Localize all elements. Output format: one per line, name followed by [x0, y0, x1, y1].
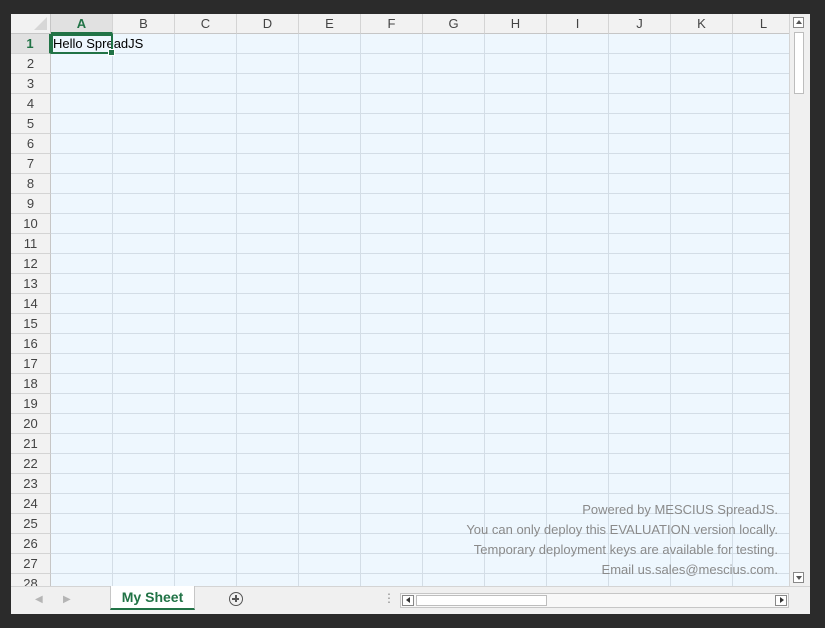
- row-header-2[interactable]: 2: [11, 54, 51, 74]
- grid-row-line: [51, 53, 789, 54]
- column-header-j[interactable]: J: [609, 14, 671, 34]
- grid-column-line: [236, 34, 237, 586]
- grid-row-line: [51, 493, 789, 494]
- row-header-11[interactable]: 11: [11, 234, 51, 254]
- column-header-f[interactable]: F: [361, 14, 423, 34]
- watermark-line-4: Email us.sales@mescius.com.: [601, 562, 778, 577]
- grid-column-line: [298, 34, 299, 586]
- column-header-i[interactable]: I: [547, 14, 609, 34]
- grid-row-line: [51, 253, 789, 254]
- row-header-22[interactable]: 22: [11, 454, 51, 474]
- row-header-9[interactable]: 9: [11, 194, 51, 214]
- scroll-left-icon[interactable]: [402, 595, 414, 606]
- grid-row-line: [51, 73, 789, 74]
- row-header-19[interactable]: 19: [11, 394, 51, 414]
- grid-row-line: [51, 433, 789, 434]
- grid-row-line: [51, 233, 789, 234]
- row-header-18[interactable]: 18: [11, 374, 51, 394]
- row-header-5[interactable]: 5: [11, 114, 51, 134]
- row-header-12[interactable]: 12: [11, 254, 51, 274]
- grid-area: Hello SpreadJS ABCDEFGHIJKL 1 2 3 4 5 6 7 8 9 10 1…: [11, 14, 789, 586]
- row-header-28[interactable]: 28: [11, 574, 51, 586]
- row-header-21[interactable]: 21: [11, 434, 51, 454]
- row-header-20[interactable]: 20: [11, 414, 51, 434]
- grid-row-line: [51, 413, 789, 414]
- horizontal-scrollbar[interactable]: [400, 593, 789, 608]
- row-header-8[interactable]: 8: [11, 174, 51, 194]
- next-sheet-icon[interactable]: ▶: [63, 594, 71, 605]
- row-header-23[interactable]: 23: [11, 474, 51, 494]
- sheet-tab-my-sheet[interactable]: My Sheet: [110, 586, 195, 610]
- row-header-6[interactable]: 6: [11, 134, 51, 154]
- row-header-15[interactable]: 15: [11, 314, 51, 334]
- row-header-10[interactable]: 10: [11, 214, 51, 234]
- active-cell-selection: [51, 34, 115, 56]
- fill-handle[interactable]: [108, 49, 115, 56]
- grid-row-line: [51, 133, 789, 134]
- grid-column-line: [422, 34, 423, 586]
- column-header-g[interactable]: G: [423, 14, 485, 34]
- grid-column-line: [112, 34, 113, 586]
- row-header-26[interactable]: 26: [11, 534, 51, 554]
- grid-row-line: [51, 353, 789, 354]
- row-header-7[interactable]: 7: [11, 154, 51, 174]
- scroll-down-icon[interactable]: [793, 572, 804, 583]
- grid-row-line: [51, 93, 789, 94]
- horizontal-scroll-thumb[interactable]: [416, 595, 547, 606]
- grid-row-line: [51, 393, 789, 394]
- grid-row-line: [51, 193, 789, 194]
- row-header-27[interactable]: 27: [11, 554, 51, 574]
- vertical-scrollbar[interactable]: [789, 14, 810, 586]
- column-header-h[interactable]: H: [485, 14, 547, 34]
- grid-row-line: [51, 473, 789, 474]
- grid-row-line: [51, 313, 789, 314]
- row-header-14[interactable]: 14: [11, 294, 51, 314]
- watermark-line-3: Temporary deployment keys are available …: [473, 542, 778, 557]
- column-header-k[interactable]: K: [671, 14, 733, 34]
- grid-row-line: [51, 373, 789, 374]
- row-header-25[interactable]: 25: [11, 514, 51, 534]
- select-all-corner[interactable]: [11, 14, 51, 34]
- row-headers: 1 2 3 4 5 6 7 8 9 10 11 12 13 14 15 16 17 18 19 20 21 22 23 24 2…: [11, 34, 51, 586]
- tab-splitter-icon[interactable]: ⋮: [383, 591, 395, 605]
- evaluation-watermark: Powered by MESCIUS SpreadJS. You can onl…: [466, 500, 778, 580]
- column-header-c[interactable]: C: [175, 14, 237, 34]
- scroll-up-icon[interactable]: [793, 17, 804, 28]
- row-header-1[interactable]: 1: [11, 34, 51, 54]
- grid-row-line: [51, 453, 789, 454]
- grid-column-line: [174, 34, 175, 586]
- select-all-icon: [34, 17, 47, 30]
- row-header-16[interactable]: 16: [11, 334, 51, 354]
- sheet-tab-bar: ◀ ▶ My Sheet ⋮: [11, 586, 810, 614]
- grid-row-line: [51, 273, 789, 274]
- row-header-4[interactable]: 4: [11, 94, 51, 114]
- column-header-a[interactable]: A: [51, 14, 113, 34]
- watermark-line-2: You can only deploy this EVALUATION vers…: [466, 522, 778, 537]
- grid-column-line: [360, 34, 361, 586]
- grid-row-line: [51, 293, 789, 294]
- column-header-l[interactable]: L: [733, 14, 789, 34]
- column-header-b[interactable]: B: [113, 14, 175, 34]
- row-header-24[interactable]: 24: [11, 494, 51, 514]
- vertical-scroll-thumb[interactable]: [794, 32, 804, 94]
- spreadsheet-frame: Hello SpreadJS ABCDEFGHIJKL 1 2 3 4 5 6 7 8 9 10 1…: [11, 14, 810, 614]
- prev-sheet-icon[interactable]: ◀: [35, 594, 43, 605]
- grid-row-line: [51, 153, 789, 154]
- watermark-line-1: Powered by MESCIUS SpreadJS.: [582, 502, 778, 517]
- row-header-3[interactable]: 3: [11, 74, 51, 94]
- grid-row-line: [51, 213, 789, 214]
- grid-row-line: [51, 113, 789, 114]
- column-header-d[interactable]: D: [237, 14, 299, 34]
- row-header-13[interactable]: 13: [11, 274, 51, 294]
- row-header-17[interactable]: 17: [11, 354, 51, 374]
- column-header-e[interactable]: E: [299, 14, 361, 34]
- grid-row-line: [51, 173, 789, 174]
- add-sheet-icon[interactable]: [229, 592, 243, 606]
- scroll-right-icon[interactable]: [775, 595, 787, 606]
- grid-row-line: [51, 333, 789, 334]
- column-headers: ABCDEFGHIJKL: [51, 14, 789, 34]
